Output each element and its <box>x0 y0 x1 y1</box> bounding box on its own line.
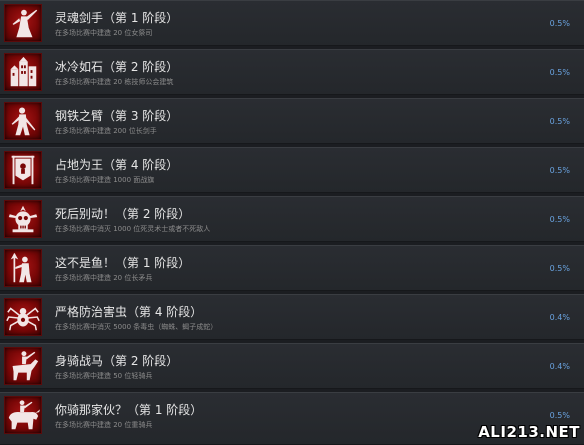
unlock-percent: 0.5% <box>549 264 570 273</box>
achievement-row[interactable]: 身骑战马（第 2 阶段） 在多场比赛中建造 50 位轻骑兵 0.4% <box>0 343 584 389</box>
achievement-description: 在多场比赛中建造 20 位重骑兵 <box>55 421 153 429</box>
achievement-description: 在多场比赛中建造 20 位女祭司 <box>55 29 153 37</box>
achievement-name: 这不是鱼！（第 1 阶段） <box>55 256 191 270</box>
achievement-row[interactable]: 严格防治害虫（第 4 阶段） 在多场比赛中消灭 5000 条毒虫（蜘蛛、蝎子成蛇… <box>0 294 584 340</box>
skull-icon <box>4 200 42 238</box>
building-icon <box>4 53 42 91</box>
unlock-percent: 0.4% <box>549 362 570 371</box>
achievement-name: 钢铁之臂（第 3 阶段） <box>55 109 179 123</box>
achievement-row[interactable]: 钢铁之臂（第 3 阶段） 在多场比赛中建造 200 位长剑手 0.5% <box>0 98 584 144</box>
achievement-description: 在多场比赛中消灭 5000 条毒虫（蜘蛛、蝎子成蛇） <box>55 323 218 331</box>
unlock-percent: 0.5% <box>549 19 570 28</box>
unlock-percent: 0.5% <box>549 411 570 420</box>
unlock-percent: 0.4% <box>549 313 570 322</box>
unlock-percent: 0.5% <box>549 68 570 77</box>
unlock-percent: 0.5% <box>549 215 570 224</box>
achievement-name: 严格防治害虫（第 4 阶段） <box>55 305 203 319</box>
banner-icon <box>4 151 42 189</box>
achievement-description: 在多场比赛中建造 200 位长剑手 <box>55 127 157 135</box>
achievement-name: 你骑那家伙？（第 1 阶段） <box>55 403 203 417</box>
achievement-list: 灵魂剑手（第 1 阶段） 在多场比赛中建造 20 位女祭司 0.5% 冰冷如石（… <box>0 0 584 445</box>
achievement-name: 冰冷如石（第 2 阶段） <box>55 60 179 74</box>
achievement-row[interactable]: 死后别动！（第 2 阶段） 在多场比赛中消灭 1000 位死灵术士或者不死敌人 … <box>0 196 584 242</box>
spearman-icon <box>4 249 42 287</box>
spider-icon <box>4 298 42 336</box>
beast-rider-icon <box>4 396 42 434</box>
achievement-name: 身骑战马（第 2 阶段） <box>55 354 179 368</box>
achievement-row[interactable]: 冰冷如石（第 2 阶段） 在多场比赛中建造 20 栋技师公会建筑 0.5% <box>0 49 584 95</box>
achievement-description: 在多场比赛中建造 20 位长矛兵 <box>55 274 153 282</box>
achievement-name: 占地为王（第 4 阶段） <box>55 158 179 172</box>
achievement-description: 在多场比赛中建造 20 栋技师公会建筑 <box>55 78 174 86</box>
unlock-percent: 0.5% <box>549 166 570 175</box>
achievement-description: 在多场比赛中建造 1000 面战旗 <box>55 176 155 184</box>
watermark: ALI213.NET <box>478 423 580 441</box>
swordswoman-icon <box>4 4 42 42</box>
achievement-row[interactable]: 这不是鱼！（第 1 阶段） 在多场比赛中建造 20 位长矛兵 0.5% <box>0 245 584 291</box>
horseman-icon <box>4 347 42 385</box>
achievement-description: 在多场比赛中建造 50 位轻骑兵 <box>55 372 153 380</box>
achievement-description: 在多场比赛中消灭 1000 位死灵术士或者不死敌人 <box>55 225 211 233</box>
swordsman-icon <box>4 102 42 140</box>
achievement-row[interactable]: 占地为王（第 4 阶段） 在多场比赛中建造 1000 面战旗 0.5% <box>0 147 584 193</box>
achievement-row[interactable]: 灵魂剑手（第 1 阶段） 在多场比赛中建造 20 位女祭司 0.5% <box>0 0 584 46</box>
unlock-percent: 0.5% <box>549 117 570 126</box>
achievement-name: 死后别动！（第 2 阶段） <box>55 207 191 221</box>
achievement-name: 灵魂剑手（第 1 阶段） <box>55 11 179 25</box>
